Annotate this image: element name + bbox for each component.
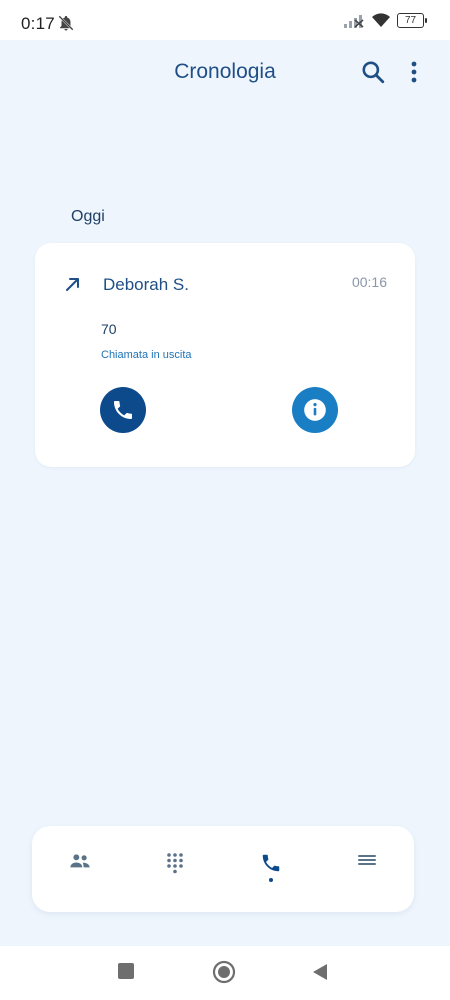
- dialpad-icon: [167, 853, 183, 874]
- call-type: Chiamata in uscita: [101, 349, 192, 361]
- status-time: 0:17: [21, 14, 55, 33]
- call-time: 00:16: [351, 274, 387, 290]
- nav-menu[interactable]: [347, 852, 387, 888]
- phone-icon: [114, 401, 132, 419]
- call-number: 70: [101, 321, 117, 337]
- section-label-today: Oggi: [71, 208, 105, 225]
- home-icon[interactable]: [212, 960, 236, 984]
- bell-off-icon: [58, 15, 74, 31]
- info-icon: [304, 399, 326, 421]
- call-info-button[interactable]: [292, 387, 338, 433]
- nav-dialpad[interactable]: [155, 852, 195, 888]
- contact-name: Deborah S.: [103, 275, 189, 294]
- phone-icon: [262, 854, 280, 872]
- status-indicators: 77: [343, 13, 427, 28]
- signal-icon: [344, 14, 364, 28]
- recent-apps-icon[interactable]: [117, 962, 135, 980]
- call-back-button[interactable]: [100, 387, 146, 433]
- wifi-icon: [372, 13, 390, 27]
- more-vert-icon[interactable]: [405, 59, 423, 85]
- active-indicator: [269, 878, 273, 882]
- battery-indicator: 77: [397, 13, 427, 28]
- menu-icon: [358, 855, 376, 865]
- people-icon: [70, 854, 90, 868]
- bottom-navigation: [32, 826, 414, 912]
- call-history-card[interactable]: Deborah S. 00:16 70 Chiamata in uscita: [35, 243, 415, 467]
- nav-contacts[interactable]: [60, 852, 100, 888]
- search-icon[interactable]: [360, 59, 386, 85]
- outgoing-call-icon: [66, 278, 79, 291]
- nav-recents[interactable]: [251, 852, 291, 888]
- back-icon[interactable]: [311, 962, 329, 982]
- system-navigation-bar: [0, 946, 450, 1000]
- status-bar: 0:17 77: [0, 0, 450, 40]
